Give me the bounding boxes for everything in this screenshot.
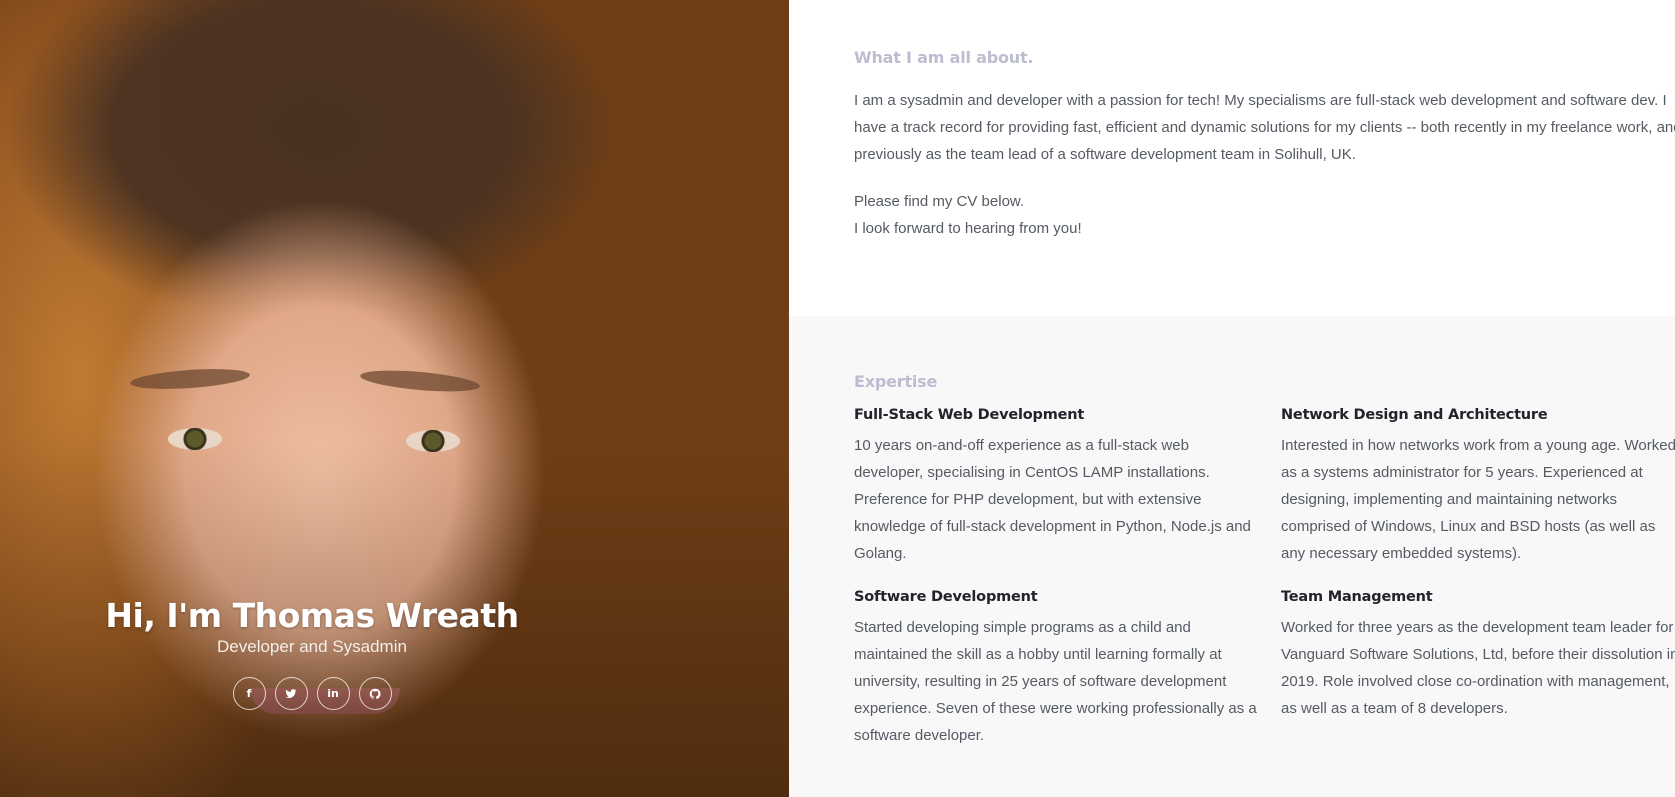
expertise-section: Expertise Full-Stack Web Development 10 …: [789, 316, 1675, 797]
expertise-card-team: Team Management Worked for three years a…: [1281, 589, 1675, 749]
facebook-link[interactable]: f: [232, 677, 266, 710]
hero-content: Hi, I'm Thomas Wreath Developer and Sysa…: [0, 596, 624, 710]
expertise-card-text: Worked for three years as the developmen…: [1281, 619, 1675, 717]
social-links: f in: [0, 677, 624, 710]
github-icon: [369, 688, 381, 699]
linkedin-link[interactable]: in: [316, 677, 350, 710]
expertise-card-title: Software Development: [854, 589, 1038, 605]
about-intro: I am a sysadmin and developer with a pas…: [854, 92, 1675, 163]
linkedin-icon: in: [327, 687, 339, 700]
hero-panel: Hi, I'm Thomas Wreath Developer and Sysa…: [0, 0, 789, 797]
twitter-icon: [285, 688, 297, 698]
about-cv-line: Please find my CV below.: [854, 193, 1025, 210]
expertise-card-title: Full-Stack Web Development: [854, 407, 1085, 423]
expertise-card-title: Network Design and Architecture: [1281, 407, 1548, 423]
expertise-card-web-dev: Full-Stack Web Development 10 years on-a…: [854, 407, 1260, 567]
github-link[interactable]: [358, 677, 392, 710]
expertise-card-network: Network Design and Architecture Interest…: [1281, 407, 1675, 567]
hero-name: Hi, I'm Thomas Wreath: [105, 596, 519, 635]
about-section: What I am all about. I am a sysadmin and…: [789, 0, 1675, 316]
expertise-card-text: 10 years on-and-off experience as a full…: [854, 437, 1251, 562]
expertise-title: Expertise: [854, 372, 938, 391]
expertise-card-software: Software Development Started developing …: [854, 589, 1260, 749]
hero-role: Developer and Sysadmin: [217, 637, 407, 656]
expertise-card-text: Interested in how networks work from a y…: [1281, 437, 1675, 562]
about-title: What I am all about.: [854, 48, 1034, 67]
facebook-icon: f: [246, 687, 252, 700]
expertise-grid: Full-Stack Web Development 10 years on-a…: [854, 407, 1675, 771]
expertise-card-title: Team Management: [1281, 589, 1433, 605]
expertise-card-text: Started developing simple programs as a …: [854, 619, 1257, 744]
about-closing-line: I look forward to hearing from you!: [854, 220, 1082, 237]
twitter-link[interactable]: [274, 677, 308, 710]
